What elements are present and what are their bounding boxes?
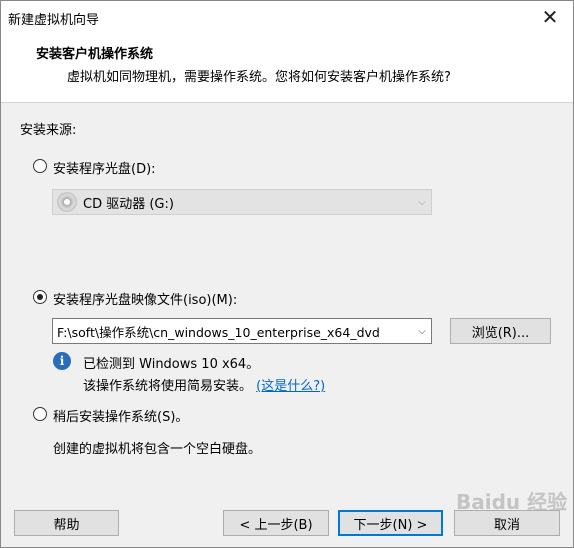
window-title: 新建虚拟机向导 xyxy=(8,13,100,28)
new-vm-wizard-window: 新建虚拟机向导 ✕ 安装客户机操作系统 虚拟机如同物理机，需要操作系统。您将如何… xyxy=(0,0,574,548)
radio-install-iso[interactable] xyxy=(33,290,47,304)
easy-install-text-row: 该操作系统将使用简易安装。 (这是什么?) xyxy=(83,375,325,394)
browse-button[interactable]: 浏览(R)... xyxy=(450,318,551,344)
back-button[interactable]: < 上一步(B) xyxy=(223,510,329,536)
radio-install-disc[interactable] xyxy=(33,159,47,173)
iso-path-value: F:\soft\操作系统\cn_windows_10_enterprise_x6… xyxy=(57,324,380,340)
radio-install-later[interactable] xyxy=(33,407,47,421)
what-is-this-link[interactable]: (这是什么?) xyxy=(256,379,325,394)
install-later-description: 创建的虚拟机将包含一个空白硬盘。 xyxy=(53,442,262,457)
radio-install-later-label[interactable]: 稍后安装操作系统(S)。 xyxy=(53,406,188,425)
cd-drive-select-value: CD 驱动器 (G:) xyxy=(83,196,174,212)
cd-drive-icon xyxy=(57,192,77,212)
cd-drive-select: CD 驱动器 (G:) ⌵ xyxy=(52,189,432,215)
radio-install-iso-label[interactable]: 安装程序光盘映像文件(iso)(M): xyxy=(53,289,237,308)
next-button[interactable]: 下一步(N) > xyxy=(338,510,443,536)
iso-path-input[interactable]: F:\soft\操作系统\cn_windows_10_enterprise_x6… xyxy=(52,318,432,344)
radio-install-disc-label[interactable]: 安装程序光盘(D): xyxy=(53,158,156,177)
page-title: 安装客户机操作系统 xyxy=(36,47,154,62)
easy-install-text: 该操作系统将使用简易安装。 xyxy=(83,379,253,394)
page-subtitle: 虚拟机如同物理机，需要操作系统。您将如何安装客户机操作系统? xyxy=(67,70,451,85)
detected-os-text: 已检测到 Windows 10 x64。 xyxy=(83,357,260,372)
chevron-down-icon[interactable]: ⌵ xyxy=(413,319,431,343)
info-icon: i xyxy=(53,352,71,370)
install-source-label: 安装来源: xyxy=(20,123,77,138)
cancel-button[interactable]: 取消 xyxy=(454,510,560,536)
wizard-header: 安装客户机操作系统 虚拟机如同物理机，需要操作系统。您将如何安装客户机操作系统? xyxy=(1,33,573,103)
chevron-down-icon: ⌵ xyxy=(413,190,431,214)
close-icon[interactable]: ✕ xyxy=(527,1,573,33)
help-button[interactable]: 帮助 xyxy=(14,510,119,536)
title-bar: 新建虚拟机向导 ✕ xyxy=(1,1,573,33)
